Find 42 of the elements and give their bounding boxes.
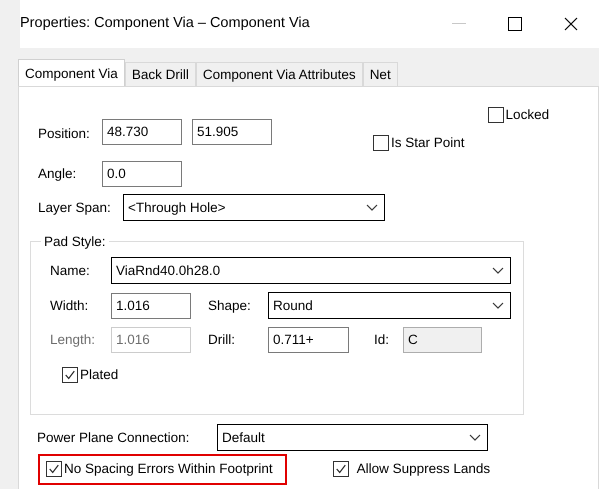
position-y-field[interactable]: 51.905 bbox=[192, 119, 272, 145]
checkbox[interactable] bbox=[46, 461, 62, 478]
field-label: Length: bbox=[50, 331, 96, 350]
tab[interactable]: Net bbox=[362, 62, 398, 86]
drill-field[interactable]: 0.711+ bbox=[268, 327, 349, 354]
position-x-field[interactable]: 48.730 bbox=[102, 119, 182, 145]
tab[interactable]: Component Via bbox=[18, 59, 125, 86]
close-icon[interactable] bbox=[564, 17, 578, 31]
tab[interactable]: Back Drill bbox=[124, 62, 196, 86]
field-label: Angle: bbox=[38, 165, 78, 184]
checkbox-label: Allow Suppress Lands bbox=[356, 460, 490, 478]
window-title: Properties: Component Via – Component Via bbox=[20, 14, 310, 34]
angle-field[interactable]: 0.0 bbox=[102, 161, 182, 188]
checkbox-label: No Spacing Errors Within Footprint bbox=[64, 460, 273, 478]
chevron-down-icon bbox=[366, 204, 378, 212]
checkbox-label: Is Star Point bbox=[391, 134, 465, 152]
field-label: Width: bbox=[50, 296, 90, 315]
layer-span-dropdown[interactable]: <Through Hole> bbox=[123, 194, 385, 222]
field-label: Position: bbox=[38, 125, 91, 143]
field-label: Power Plane Connection: bbox=[37, 428, 190, 447]
pad-name-dropdown[interactable]: ViaRnd40.0h28.0 bbox=[111, 257, 511, 284]
field-label: Layer Span: bbox=[38, 198, 112, 217]
width-field[interactable]: 1.016 bbox=[111, 292, 191, 319]
shape-dropdown[interactable]: Round bbox=[268, 292, 511, 320]
checkbox[interactable] bbox=[62, 367, 78, 384]
checkbox[interactable] bbox=[373, 135, 389, 152]
checkbox[interactable] bbox=[488, 107, 504, 124]
maximize-icon[interactable] bbox=[508, 17, 522, 31]
checkbox-label: Plated bbox=[80, 366, 118, 384]
checkbox-label: Locked bbox=[506, 106, 550, 124]
field-label: Shape: bbox=[208, 296, 252, 315]
field-label: Id: bbox=[374, 331, 390, 350]
checkbox[interactable] bbox=[332, 461, 349, 478]
power-plane-dropdown[interactable]: Default bbox=[217, 424, 488, 452]
chevron-down-icon bbox=[469, 434, 481, 442]
field-label: Drill: bbox=[208, 331, 236, 350]
chevron-down-icon bbox=[492, 302, 504, 310]
id-field: C bbox=[403, 327, 482, 354]
length-field: 1.016 bbox=[111, 327, 191, 354]
tab[interactable]: Component Via Attributes bbox=[196, 62, 363, 86]
field-label: Name: bbox=[50, 262, 91, 280]
chevron-down-icon bbox=[492, 267, 504, 274]
